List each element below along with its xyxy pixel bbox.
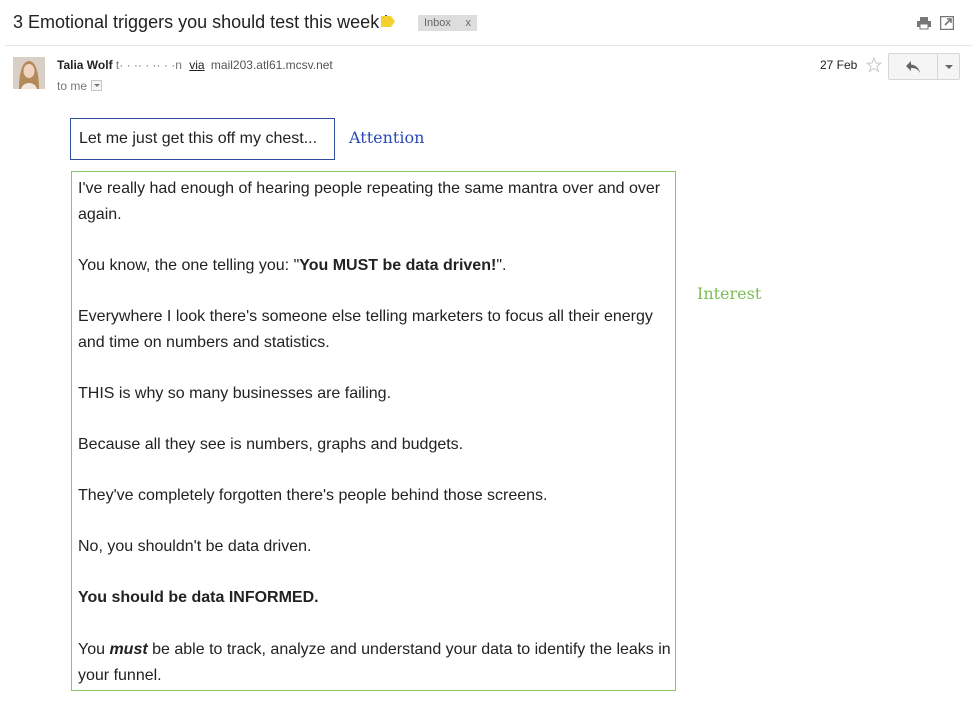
reply-arrow-icon (906, 61, 920, 73)
body-paragraph-1: I've really had enough of hearing people… (78, 180, 661, 223)
body-paragraph-5: Because all they see is numbers, graphs … (78, 436, 464, 453)
body-paragraph-6: They've completely forgotten there's peo… (78, 487, 548, 504)
email-date: 27 Feb (820, 58, 858, 72)
interest-highlight-box (71, 171, 676, 691)
body-paragraph-2: You know, the one telling you: "You MUST… (78, 253, 678, 279)
body-paragraph-4: THIS is why so many businesses are faili… (78, 385, 392, 402)
remove-label-button[interactable]: x (466, 15, 472, 31)
p2-text: You know, the one telling you: " (78, 257, 300, 274)
body-paragraph-9: You must be able to track, analyze and u… (78, 637, 678, 688)
new-window-icon[interactable] (940, 16, 954, 30)
opening-line: Let me just get this off my chest... (79, 130, 318, 147)
body-paragraph-8: You should be data INFORMED. (78, 589, 319, 606)
p2-bold-text: You MUST be data driven! (299, 257, 497, 274)
body-paragraph-7: No, you shouldn't be data driven. (78, 538, 312, 555)
via-link[interactable]: via (189, 58, 204, 72)
print-icon[interactable] (917, 16, 931, 30)
attention-highlight-box: Let me just get this off my chest... (70, 118, 335, 160)
p9-text: You (78, 641, 110, 658)
p2-text-end: ". (496, 257, 507, 274)
email-subject: 3 Emotional triggers you should test thi… (13, 12, 388, 32)
star-icon[interactable] (866, 57, 882, 73)
details-dropdown-icon[interactable] (91, 80, 103, 92)
p9-text-end: be able to track, analyze and understand… (78, 641, 671, 684)
header-divider (5, 45, 972, 46)
more-actions-button[interactable] (937, 53, 960, 80)
reply-button[interactable] (888, 53, 938, 80)
avatar-photo-icon (13, 57, 45, 89)
p9-emphasis: must (109, 641, 148, 658)
sender-avatar[interactable] (13, 57, 45, 89)
attention-annotation: Attention (349, 128, 425, 147)
to-me-label: to me (57, 79, 88, 93)
mailer-domain: mail203.atl61.mcsv.net (210, 58, 333, 72)
label-tag-icon[interactable] (381, 16, 395, 27)
inbox-label-text: Inbox (424, 17, 451, 29)
sender-email: t· · ·· · ·· · ·n (115, 58, 182, 72)
sender-line: Talia Wolf t· · ·· · ·· · ·n via mail203… (57, 58, 333, 72)
interest-annotation: Interest (697, 284, 762, 303)
inbox-label-chip[interactable]: Inbox x (418, 15, 477, 31)
sender-name[interactable]: Talia Wolf (57, 58, 113, 72)
recipient-line: to me (57, 79, 103, 93)
body-paragraph-3: Everywhere I look there's someone else t… (78, 308, 653, 351)
